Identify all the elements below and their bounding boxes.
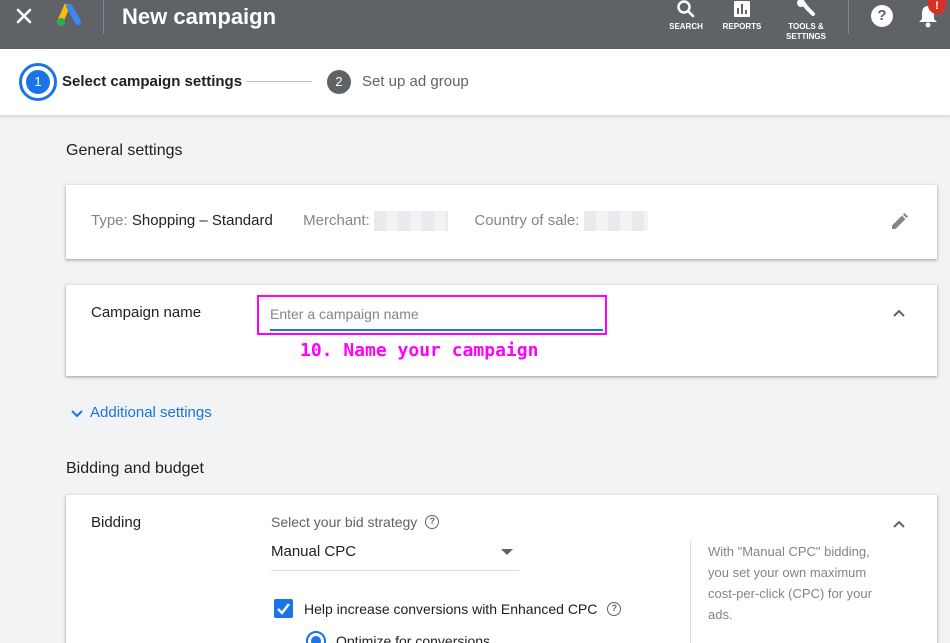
reports-button[interactable]: REPORTS	[721, 0, 763, 32]
header-divider-right	[848, 0, 849, 34]
edit-pencil-icon[interactable]	[889, 212, 909, 232]
step-2-label[interactable]: Set up ad group	[362, 73, 469, 90]
bidding-help-text: With "Manual CPC" bidding, you set your …	[708, 544, 872, 622]
step-1-label[interactable]: Select campaign settings	[62, 73, 242, 90]
enhanced-cpc-checkbox[interactable]	[274, 599, 293, 618]
dropdown-caret-icon	[501, 549, 513, 555]
tools-label-line2: SETTINGS	[785, 32, 826, 41]
optimize-conversions-label: Optimize for conversions	[336, 633, 491, 643]
search-icon	[677, 0, 695, 18]
notification-badge: !	[928, 0, 946, 14]
collapse-chevron-up-icon[interactable]	[889, 303, 909, 323]
tools-settings-button[interactable]: TOOLS & SETTINGS	[780, 0, 832, 42]
bid-strategy-label: Select your bid strategy	[271, 514, 418, 530]
bidding-budget-heading: Bidding and budget	[66, 460, 204, 477]
bid-strategy-value: Manual CPC	[271, 543, 357, 560]
bidding-label: Bidding	[91, 514, 142, 531]
additional-settings-toggle[interactable]: Additional settings	[70, 404, 212, 421]
google-ads-logo-icon	[57, 4, 81, 26]
type-value: Shopping – Standard	[131, 211, 273, 229]
reports-label: REPORTS	[722, 22, 762, 31]
merchant-value-redacted	[374, 211, 449, 231]
general-settings-summary: Type: Shopping – Standard Merchant: Coun…	[91, 211, 648, 231]
chevron-down-icon	[71, 409, 83, 417]
enhanced-cpc-row: Help increase conversions with Enhanced …	[304, 601, 622, 617]
step-connector	[246, 81, 312, 82]
campaign-name-card: Campaign name 10. Name your campaign	[66, 285, 937, 376]
collapse-chevron-up-icon[interactable]	[889, 514, 909, 534]
merchant-label: Merchant:	[303, 211, 370, 229]
general-settings-card: Type: Shopping – Standard Merchant: Coun…	[66, 185, 937, 259]
optimize-conversions-radio[interactable]	[306, 631, 326, 643]
help-divider	[690, 541, 691, 643]
campaign-stepper: 1 Select campaign settings 2 Set up ad g…	[0, 49, 950, 116]
page-title: New campaign	[122, 4, 277, 29]
tools-label-line1: TOOLS &	[788, 22, 824, 31]
country-value-redacted	[583, 211, 648, 231]
enhanced-cpc-label: Help increase conversions with Enhanced …	[304, 601, 598, 617]
header-divider	[103, 0, 104, 34]
reports-icon	[734, 1, 750, 17]
top-bar: New campaign SEARCH REPORTS TOOLS & SETT…	[0, 0, 950, 49]
country-label: Country of sale:	[474, 211, 580, 229]
tutorial-annotation: 10. Name your campaign	[300, 340, 539, 361]
bid-strategy-heading: Select your bid strategy ?	[271, 514, 440, 530]
campaign-name-input[interactable]	[270, 303, 603, 331]
type-label: Type:	[91, 211, 128, 229]
help-circle-icon[interactable]: ?	[607, 602, 622, 616]
general-settings-heading: General settings	[66, 142, 183, 159]
bidding-card: Bidding Select your bid strategy ? Manua…	[66, 495, 937, 643]
checkmark-icon	[277, 603, 290, 615]
close-icon[interactable]	[14, 6, 34, 26]
help-circle-icon[interactable]: ?	[425, 515, 440, 529]
step-1-number: 1	[26, 70, 50, 94]
step-2-number[interactable]: 2	[327, 70, 351, 94]
search-button[interactable]: SEARCH	[668, 0, 704, 32]
campaign-name-label: Campaign name	[91, 304, 202, 321]
additional-settings-label: Additional settings	[90, 404, 212, 421]
help-button[interactable]: ?	[871, 5, 893, 27]
search-label: SEARCH	[669, 22, 703, 31]
wrench-icon	[797, 0, 815, 16]
bid-strategy-select[interactable]: Manual CPC	[271, 541, 519, 571]
